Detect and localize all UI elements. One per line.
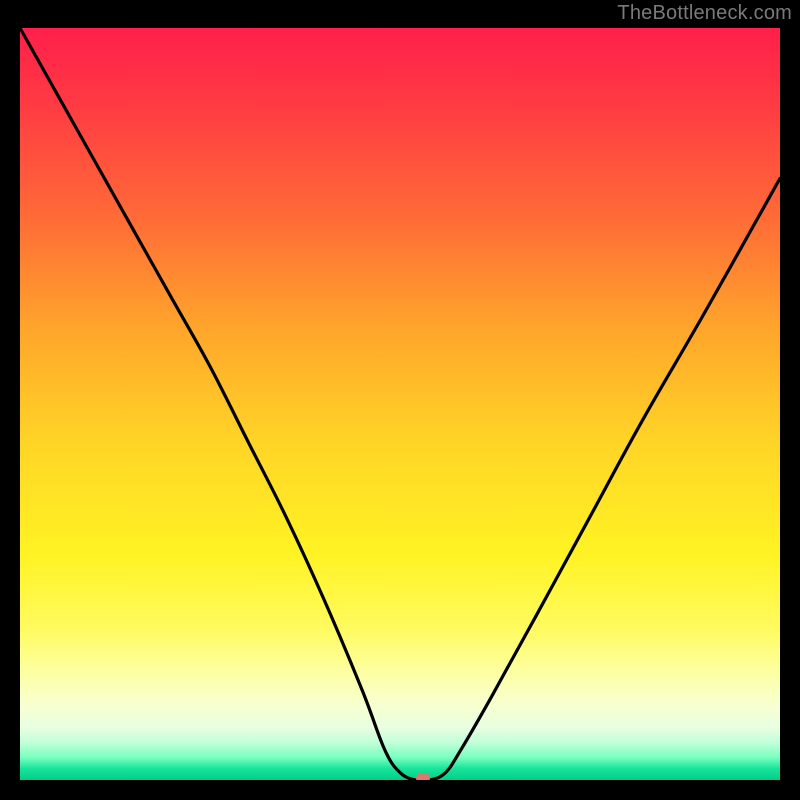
bottleneck-curve — [20, 28, 780, 780]
optimum-marker — [416, 773, 430, 780]
watermark-text: TheBottleneck.com — [617, 2, 792, 25]
plot-area — [20, 28, 780, 780]
chart-frame: TheBottleneck.com — [0, 0, 800, 800]
